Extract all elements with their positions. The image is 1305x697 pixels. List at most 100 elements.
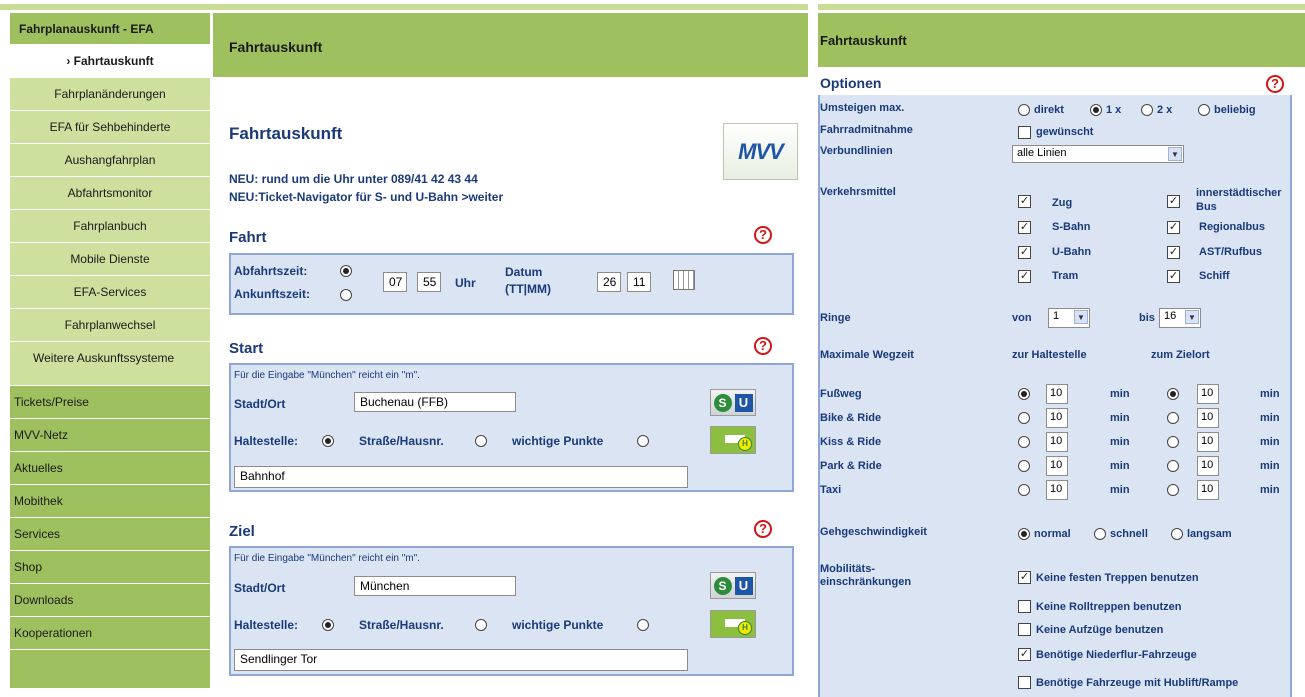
chevron-down-icon: ▼ (1168, 147, 1182, 161)
mob-aufzuege-checkbox[interactable] (1018, 623, 1031, 636)
umsteigen-beliebig-radio[interactable] (1198, 104, 1210, 116)
ziel-map-icon[interactable] (710, 610, 756, 638)
verkehr-bus-label: innerstädtischer Bus (1196, 187, 1282, 213)
mode-park-input1[interactable]: 10 (1046, 456, 1068, 476)
mode-kiss-input2[interactable]: 10 (1197, 432, 1219, 452)
mode-fussweg-radio1[interactable] (1018, 388, 1030, 400)
verkehr-regionalbus-checkbox[interactable]: ✓ (1167, 221, 1180, 234)
minute-input[interactable]: 55 (417, 272, 441, 292)
sidebar-item-fahrtauskunft[interactable]: › Fahrtauskunft (10, 45, 210, 78)
news-hotline: NEU: rund um die Uhr unter 089/41 42 43 … (229, 172, 478, 186)
geh-schnell-radio[interactable] (1094, 528, 1106, 540)
start-strasse-radio[interactable] (475, 435, 487, 447)
mode-taxi-input2[interactable]: 10 (1197, 480, 1219, 500)
abfahrt-radio[interactable] (340, 265, 352, 277)
ziel-stop-input[interactable]: Sendlinger Tor (234, 649, 688, 671)
day-input[interactable]: 26 (597, 272, 621, 292)
mob-niederflur-checkbox[interactable]: ✓ (1018, 648, 1031, 661)
mode-bike-input2[interactable]: 10 (1197, 408, 1219, 428)
ziel-punkte-radio[interactable] (637, 619, 649, 631)
nav-downloads[interactable]: Downloads (10, 584, 210, 617)
ziel-city-input[interactable]: München (354, 576, 516, 596)
sidebar-header[interactable]: Fahrplanauskunft - EFA (10, 13, 210, 45)
nav-mobithek[interactable]: Mobithek (10, 485, 210, 518)
help-fahrt-icon[interactable]: ? (754, 226, 772, 244)
verkehr-zug-checkbox[interactable]: ✓ (1018, 195, 1031, 208)
mode-fussweg-radio2[interactable] (1167, 388, 1179, 400)
mode-taxi-input1[interactable]: 10 (1046, 480, 1068, 500)
help-start-icon[interactable]: ? (754, 337, 772, 355)
sidebar-item-fahrplanbuch[interactable]: Fahrplanbuch (10, 210, 210, 243)
mob-rolltreppen-checkbox[interactable] (1018, 600, 1031, 613)
umsteigen-1x-radio[interactable] (1090, 104, 1102, 116)
sidebar-item-abfahrtsmonitor[interactable]: Abfahrtsmonitor (10, 177, 210, 210)
mode-taxi-radio1[interactable] (1018, 484, 1030, 496)
month-input[interactable]: 11 (627, 272, 651, 292)
start-punkte-radio[interactable] (637, 435, 649, 447)
nav-kooperationen[interactable]: Kooperationen (10, 617, 210, 650)
sidebar-item-weitere[interactable]: Weitere Auskunftssysteme (10, 342, 210, 386)
nav-tickets-preise[interactable]: Tickets/Preise (10, 386, 210, 419)
sidebar-item-efa-sehbehinderte[interactable]: EFA für Sehbehinderte (10, 111, 210, 144)
verkehr-bus-checkbox[interactable]: ✓ (1167, 195, 1180, 208)
help-options-icon[interactable]: ? (1266, 75, 1284, 93)
ubahn-icon: U (734, 393, 753, 412)
chevron-down-icon: ▼ (1074, 310, 1088, 324)
verbund-select[interactable]: alle Linien ▼ (1012, 145, 1184, 163)
sidebar-item-mobile-dienste[interactable]: Mobile Dienste (10, 243, 210, 276)
sidebar-item-efa-services[interactable]: EFA-Services (10, 276, 210, 309)
mode-taxi-radio2[interactable] (1167, 484, 1179, 496)
ziel-haltestelle-radio[interactable] (322, 619, 334, 631)
start-map-icon[interactable] (710, 426, 756, 454)
verkehr-sbahn-checkbox[interactable]: ✓ (1018, 221, 1031, 234)
mode-bike-radio2[interactable] (1167, 412, 1179, 424)
verkehr-ubahn-checkbox[interactable]: ✓ (1018, 246, 1031, 259)
ankunft-radio[interactable] (340, 289, 352, 301)
geh-langsam-radio[interactable] (1171, 528, 1183, 540)
mob-treppen-checkbox[interactable]: ✓ (1018, 571, 1031, 584)
fahrrad-label: Fahrradmitnahme (820, 124, 913, 136)
umsteigen-direkt-radio[interactable] (1018, 104, 1030, 116)
mob-hublift-checkbox[interactable] (1018, 676, 1031, 689)
start-stop-input[interactable]: Bahnhof (234, 466, 688, 488)
nav-mvv-netz[interactable]: MVV-Netz (10, 419, 210, 452)
start-su-button[interactable]: SU (710, 389, 756, 416)
ziel-su-button[interactable]: SU (710, 572, 756, 599)
mode-kiss-radio1[interactable] (1018, 436, 1030, 448)
fahrrad-checkbox[interactable] (1018, 126, 1031, 139)
verkehr-ast-checkbox[interactable]: ✓ (1167, 246, 1180, 259)
mode-fussweg-input2[interactable]: 10 (1197, 384, 1219, 404)
sidebar-item-fahrplanwechsel[interactable]: Fahrplanwechsel (10, 309, 210, 342)
ringe-von-select[interactable]: 1 ▼ (1048, 308, 1090, 328)
ziel-city-label: Stadt/Ort (234, 581, 286, 595)
verkehr-schiff-checkbox[interactable]: ✓ (1167, 270, 1180, 283)
sidebar-item-aushangfahrplan[interactable]: Aushangfahrplan (10, 144, 210, 177)
nav-aktuelles[interactable]: Aktuelles (10, 452, 210, 485)
nav-shop[interactable]: Shop (10, 551, 210, 584)
verkehr-tram-checkbox[interactable]: ✓ (1018, 270, 1031, 283)
mode-park-radio2[interactable] (1167, 460, 1179, 472)
mode-fussweg-input1[interactable]: 10 (1046, 384, 1068, 404)
calendar-icon[interactable] (673, 270, 695, 290)
mode-bike-radio1[interactable] (1018, 412, 1030, 424)
umsteigen-1x-label: 1 x (1106, 104, 1122, 116)
mode-kiss-input1[interactable]: 10 (1046, 432, 1068, 452)
sbahn-icon: S (713, 576, 732, 595)
sidebar-item-fahrplanaenderungen[interactable]: Fahrplanänderungen (10, 78, 210, 111)
options-panel: Fahrtauskunft Optionen ? Umsteigen max. … (818, 13, 1305, 697)
mode-park-input2[interactable]: 10 (1197, 456, 1219, 476)
help-ziel-icon[interactable]: ? (754, 520, 772, 538)
nav-services[interactable]: Services (10, 518, 210, 551)
geh-normal-radio[interactable] (1018, 528, 1030, 540)
mode-bike-input1[interactable]: 10 (1046, 408, 1068, 428)
mode-park-radio1[interactable] (1018, 460, 1030, 472)
ringe-bis-select[interactable]: 16 ▼ (1159, 308, 1201, 328)
mode-kiss-radio2[interactable] (1167, 436, 1179, 448)
start-haltestelle-radio[interactable] (322, 435, 334, 447)
umsteigen-2x-radio[interactable] (1141, 104, 1153, 116)
ziel-strasse-radio[interactable] (475, 619, 487, 631)
news-ticket-navigator[interactable]: NEU:Ticket-Navigator für S- und U-Bahn >… (229, 190, 503, 204)
start-city-input[interactable]: Buchenau (FFB) (354, 392, 516, 412)
hour-input[interactable]: 07 (383, 272, 407, 292)
options-heading[interactable]: Optionen (818, 73, 1296, 95)
